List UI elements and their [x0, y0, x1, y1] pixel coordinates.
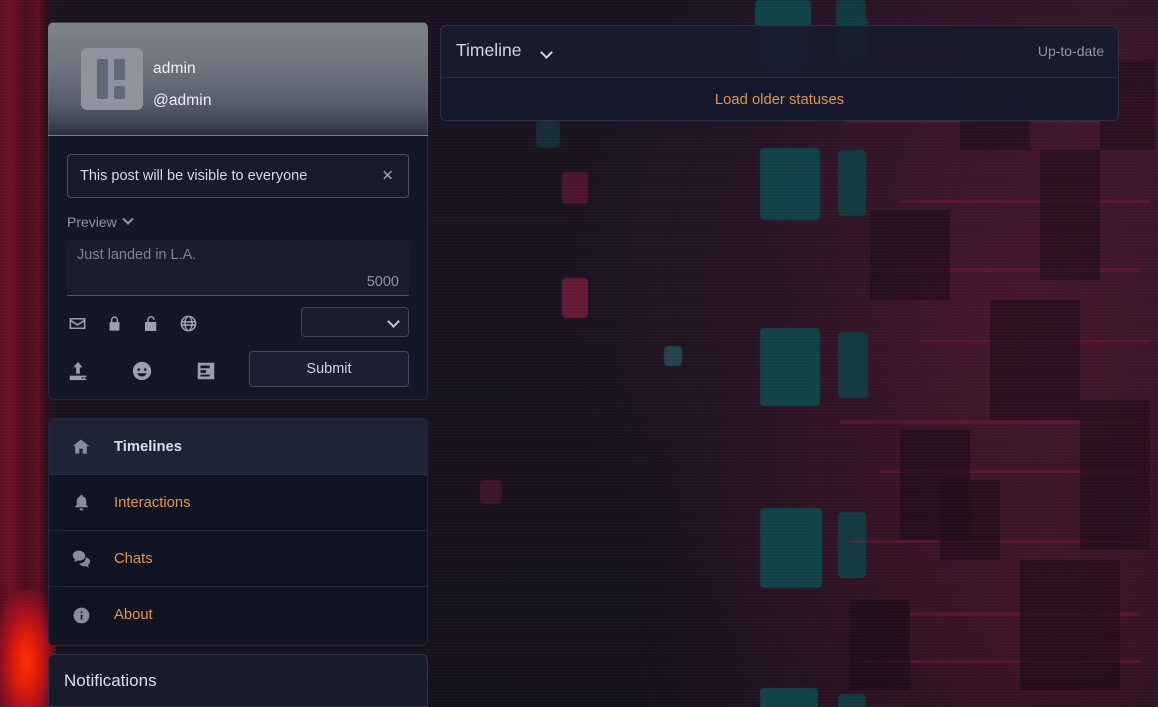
visibility-toolbar	[67, 307, 409, 337]
sidebar-item-timelines[interactable]: Timelines	[49, 419, 427, 475]
sidebar-item-chats[interactable]: Chats	[49, 531, 427, 587]
chevron-down-icon	[122, 213, 134, 225]
sidebar-item-interactions[interactable]: Interactions	[49, 475, 427, 531]
profile-account-handle: @admin	[153, 92, 212, 109]
profile-card: admin @admin	[48, 22, 428, 136]
avatar[interactable]	[81, 48, 143, 110]
chat-bubbles-icon	[70, 548, 92, 570]
bell-icon	[70, 492, 92, 514]
preview-toggle[interactable]: Preview	[67, 213, 134, 230]
chevron-down-icon	[387, 315, 400, 328]
language-select[interactable]	[301, 307, 409, 337]
globe-icon[interactable]	[178, 313, 198, 333]
sidebar-item-about[interactable]: About	[49, 587, 427, 643]
envelope-icon[interactable]	[67, 313, 87, 333]
sidebar-item-label: Interactions	[114, 494, 191, 511]
lock-open-icon[interactable]	[141, 313, 161, 333]
close-icon[interactable]: ✕	[377, 166, 398, 187]
timeline-status-label: Up-to-date	[1037, 43, 1104, 59]
main-navigation: Timelines Interactions Chats About	[48, 418, 428, 646]
sidebar-item-label: About	[114, 607, 153, 623]
character-counter: 5000	[366, 274, 399, 290]
timeline-panel: Timeline Up-to-date Load older statuses	[440, 25, 1119, 121]
smiley-icon[interactable]	[131, 360, 155, 384]
notifications-title: Notifications	[64, 670, 157, 690]
timeline-header: Timeline Up-to-date	[441, 26, 1118, 78]
visibility-notice-text: This post will be visible to everyone	[80, 168, 308, 184]
sidebar-item-label: Chats	[114, 550, 153, 567]
upload-icon[interactable]	[67, 360, 91, 384]
compose-textarea[interactable]: Just landed in L.A. 5000	[67, 240, 409, 296]
home-icon	[70, 436, 92, 458]
visibility-notice: This post will be visible to everyone ✕	[67, 154, 409, 198]
preview-label: Preview	[67, 214, 117, 230]
notifications-panel[interactable]: Notifications	[48, 654, 428, 707]
composer-tools-toolbar: Submit	[67, 351, 409, 389]
load-older-statuses-button[interactable]: Load older statuses	[441, 78, 1118, 120]
lock-closed-icon[interactable]	[104, 313, 124, 333]
submit-button[interactable]: Submit	[249, 351, 409, 387]
compose-placeholder-text: Just landed in L.A.	[77, 247, 197, 263]
profile-display-name: admin	[153, 60, 196, 77]
poll-icon[interactable]	[195, 360, 219, 384]
sidebar-item-label: Timelines	[114, 438, 182, 455]
chevron-down-icon[interactable]	[540, 46, 553, 59]
info-circle-icon	[70, 604, 92, 626]
timeline-title: Timeline	[456, 40, 522, 60]
post-composer: This post will be visible to everyone ✕ …	[48, 136, 428, 400]
